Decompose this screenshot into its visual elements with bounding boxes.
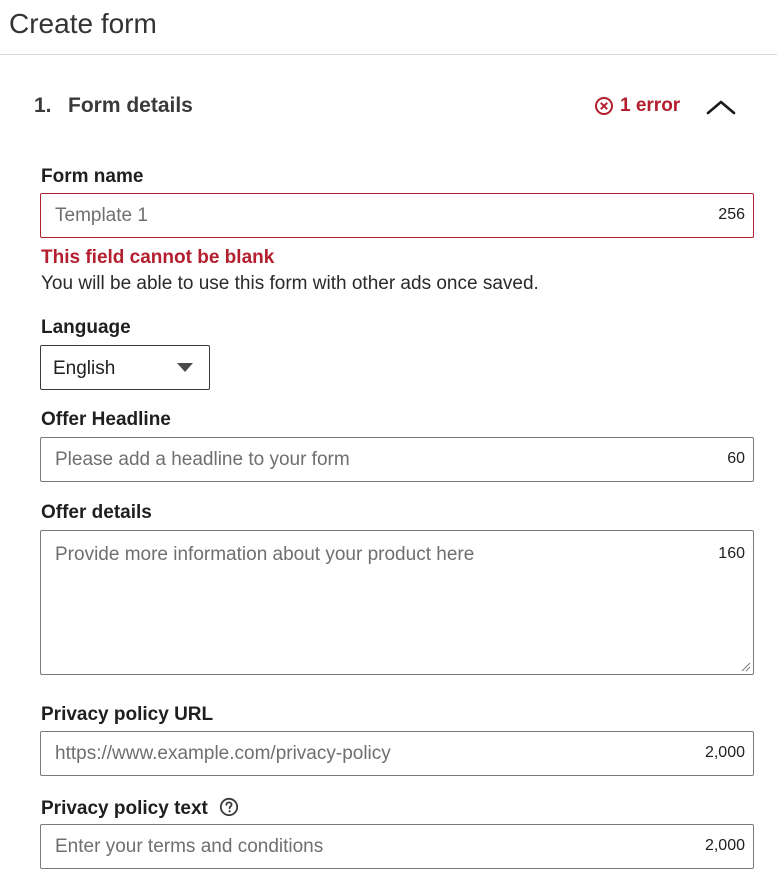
form-name-field[interactable]: 256 [40,193,754,238]
caret-down-icon [177,363,193,372]
resize-handle-icon[interactable] [741,662,751,672]
collapse-section-button[interactable] [704,94,738,120]
form-name-input[interactable] [55,194,675,237]
privacy-text-char-count: 2,000 [704,837,745,854]
privacy-text-label: Privacy policy text [41,798,208,819]
language-label: Language [41,317,131,338]
privacy-url-label: Privacy policy URL [41,704,214,725]
form-details-section-header[interactable]: 1. Form details 1 error [34,92,744,124]
page-header: Create form [0,0,777,55]
form-name-error-message: This field cannot be blank [41,247,275,268]
section-number: 1. [34,94,52,117]
language-select[interactable]: English [40,345,210,390]
privacy-url-char-count: 2,000 [704,744,745,761]
error-count-label: 1 error [620,95,681,116]
offer-details-char-count: 160 [718,545,745,562]
form-name-char-count: 256 [718,206,745,223]
form-name-label: Form name [41,166,144,187]
form-name-helper-text: You will be able to use this form with o… [41,273,539,294]
offer-details-field[interactable]: 160 [40,530,754,675]
privacy-text-field[interactable]: 2,000 [40,824,754,869]
privacy-url-input[interactable] [55,732,675,775]
chevron-up-icon [706,100,736,115]
privacy-text-input[interactable] [55,825,675,868]
question-circle-icon[interactable] [219,797,239,817]
error-circle-x-icon [595,97,613,115]
page-title: Create form [9,8,157,39]
privacy-url-field[interactable]: 2,000 [40,731,754,776]
offer-headline-field[interactable]: 60 [40,437,754,482]
section-title: Form details [68,94,193,117]
offer-details-label: Offer details [41,502,152,523]
offer-headline-label: Offer Headline [41,409,171,430]
language-selected-value: English [53,358,116,379]
offer-headline-input[interactable] [55,438,675,481]
offer-headline-char-count: 60 [727,450,745,467]
offer-details-textarea[interactable] [55,543,675,663]
error-count-indicator[interactable]: 1 error [594,95,680,117]
privacy-text-label-row: Privacy policy text [41,797,239,820]
